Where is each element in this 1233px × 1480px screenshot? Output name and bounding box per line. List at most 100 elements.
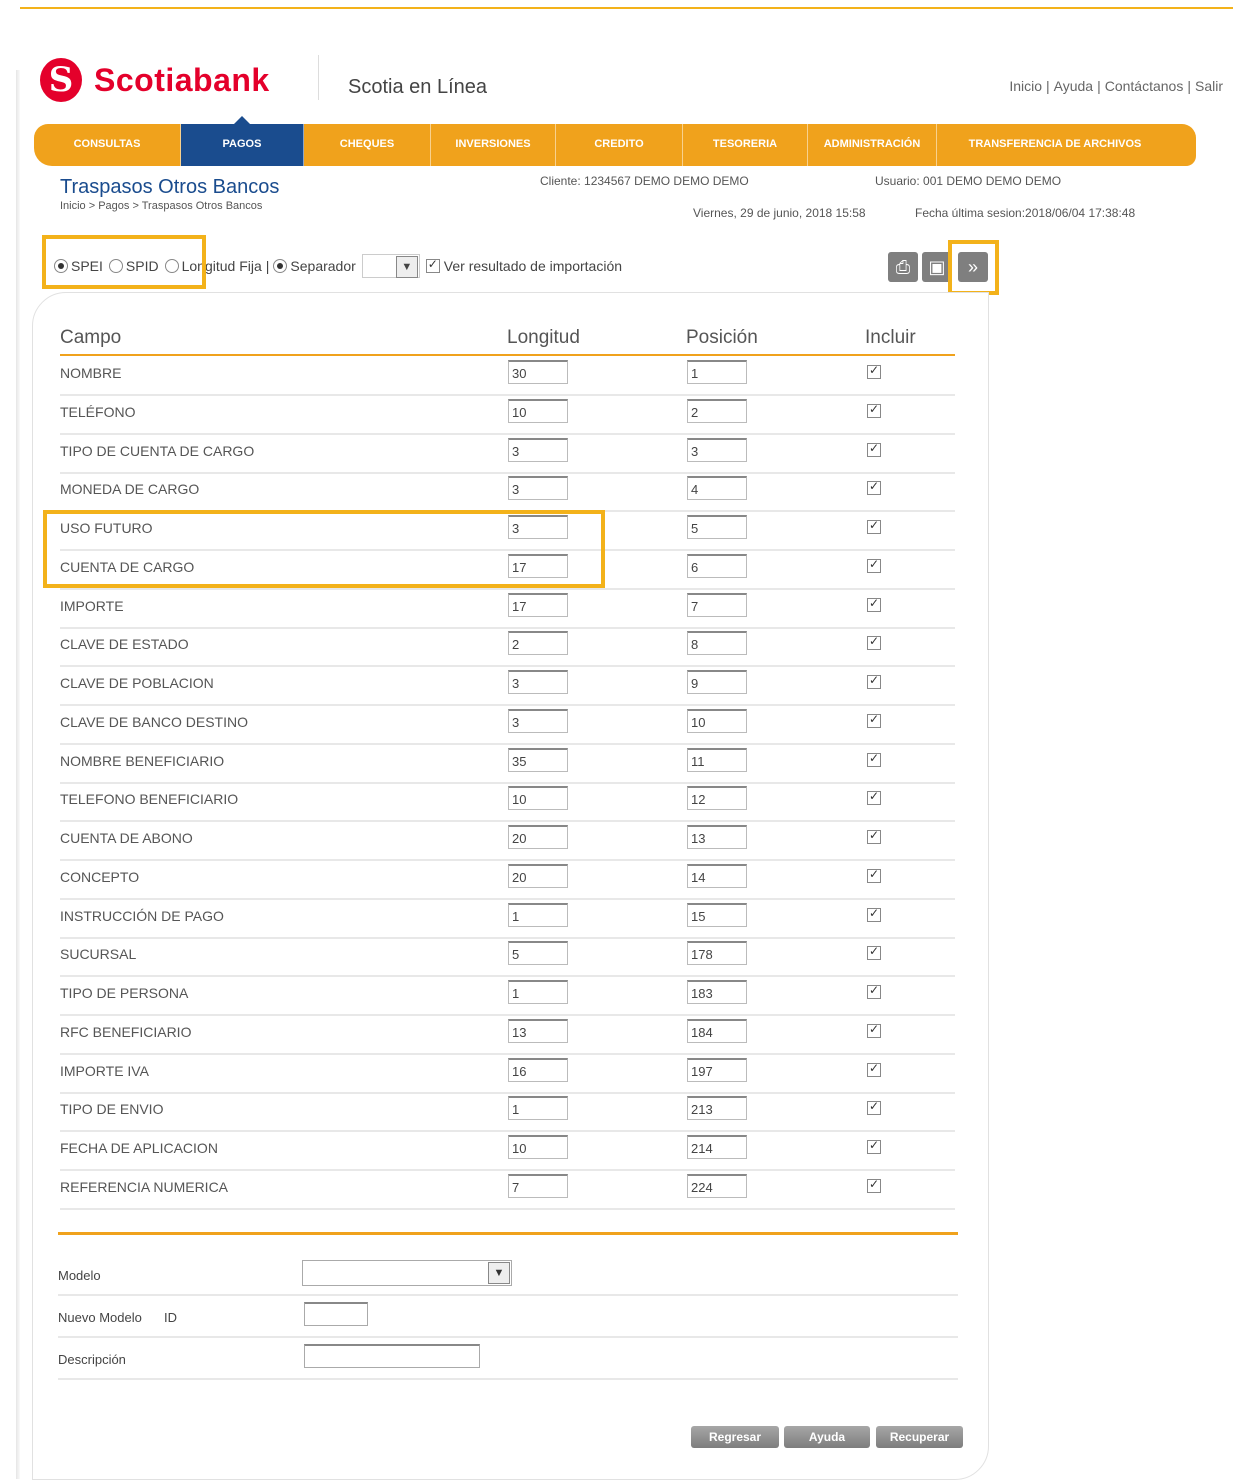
incluir-checkbox[interactable] bbox=[867, 983, 881, 999]
incluir-checkbox[interactable] bbox=[867, 1177, 881, 1193]
ayuda-button[interactable]: Ayuda bbox=[784, 1426, 870, 1448]
posicion-input[interactable]: 197 bbox=[687, 1057, 747, 1082]
incluir-checkbox[interactable] bbox=[867, 518, 881, 534]
nav-tesoreria[interactable]: TESORERIA bbox=[683, 124, 808, 166]
scotiabank-logo[interactable]: Scotiabank bbox=[40, 58, 270, 102]
longitud-input[interactable]: 5 bbox=[508, 941, 568, 966]
separador-radio[interactable] bbox=[273, 259, 288, 273]
nav-inversiones[interactable]: INVERSIONES bbox=[431, 124, 556, 166]
posicion-input[interactable]: 1 bbox=[687, 360, 747, 384]
table-row: REFERENCIA NUMERICA 7 224 bbox=[60, 1170, 955, 1210]
posicion-input[interactable]: 7 bbox=[687, 592, 747, 617]
link-salir[interactable]: Salir bbox=[1195, 78, 1223, 94]
posicion-input[interactable]: 11 bbox=[687, 747, 747, 772]
posicion-input[interactable]: 183 bbox=[687, 980, 747, 1004]
nav-pagos[interactable]: PAGOS bbox=[181, 116, 304, 166]
modelo-select[interactable]: ▼ bbox=[302, 1260, 512, 1286]
posicion-input[interactable]: 178 bbox=[687, 941, 747, 966]
nav-consultas[interactable]: CONSULTAS bbox=[34, 124, 181, 166]
posicion-input[interactable]: 14 bbox=[687, 863, 747, 888]
incluir-checkbox[interactable] bbox=[867, 712, 881, 728]
incluir-checkbox[interactable] bbox=[867, 596, 881, 612]
top-links: Inicio | Ayuda | Contáctanos | Salir bbox=[1009, 78, 1223, 94]
incluir-checkbox[interactable] bbox=[867, 1022, 881, 1038]
incluir-checkbox[interactable] bbox=[867, 673, 881, 689]
nav-credito[interactable]: CREDITO bbox=[556, 124, 683, 166]
posicion-input[interactable]: 213 bbox=[687, 1096, 747, 1121]
breadcrumb[interactable]: Inicio > Pagos > Traspasos Otros Bancos bbox=[60, 200, 262, 212]
longitud-input[interactable]: 13 bbox=[508, 1018, 568, 1043]
incluir-checkbox[interactable] bbox=[867, 1099, 881, 1116]
longitud-input[interactable]: 1 bbox=[508, 980, 568, 1004]
incluir-checkbox[interactable] bbox=[867, 944, 881, 961]
posicion-input[interactable]: 214 bbox=[687, 1135, 747, 1159]
incluir-checkbox[interactable] bbox=[867, 867, 881, 883]
table-row: IMPORTE IVA 16 197 bbox=[60, 1054, 955, 1094]
incluir-checkbox[interactable] bbox=[867, 634, 881, 651]
campo-name: CONCEPTO bbox=[60, 868, 140, 885]
posicion-input[interactable]: 6 bbox=[687, 553, 747, 578]
ver-resultado-label: Ver resultado de importación bbox=[443, 258, 623, 274]
longitud-input[interactable]: 2 bbox=[508, 631, 568, 656]
longitud-input[interactable]: 3 bbox=[508, 437, 568, 462]
incluir-checkbox[interactable] bbox=[867, 906, 881, 922]
posicion-input[interactable]: 13 bbox=[687, 825, 747, 849]
longitud-input[interactable]: 20 bbox=[508, 825, 568, 849]
incluir-checkbox[interactable] bbox=[867, 402, 881, 418]
nav-administracion[interactable]: ADMINISTRACIÓN bbox=[808, 124, 937, 166]
separador-select[interactable]: ▼ bbox=[361, 254, 420, 278]
posicion-input[interactable]: 3 bbox=[687, 437, 747, 462]
longitud-input[interactable]: 20 bbox=[508, 863, 568, 888]
incluir-checkbox[interactable] bbox=[867, 363, 881, 379]
posicion-input[interactable]: 2 bbox=[687, 398, 747, 423]
posicion-input[interactable]: 12 bbox=[687, 786, 747, 811]
print-icon[interactable]: ⎙ bbox=[888, 252, 918, 282]
link-contactanos[interactable]: Contáctanos bbox=[1105, 78, 1184, 94]
posicion-input[interactable]: 15 bbox=[687, 902, 747, 927]
incluir-checkbox[interactable] bbox=[867, 1061, 881, 1077]
posicion-input[interactable]: 10 bbox=[687, 708, 747, 733]
cliente-info: Cliente: 1234567 DEMO DEMO DEMO bbox=[540, 174, 749, 188]
nuevo-modelo-input[interactable] bbox=[304, 1302, 368, 1326]
posicion-input[interactable]: 4 bbox=[687, 476, 747, 501]
nav-transferencia-archivos[interactable]: TRANSFERENCIA DE ARCHIVOS bbox=[937, 124, 1173, 166]
longitud-input[interactable]: 3 bbox=[508, 708, 568, 733]
header-divider bbox=[318, 55, 319, 100]
longitud-input[interactable]: 30 bbox=[508, 360, 568, 384]
posicion-input[interactable]: 8 bbox=[687, 631, 747, 656]
incluir-checkbox[interactable] bbox=[867, 557, 881, 573]
longitud-input[interactable]: 10 bbox=[508, 786, 568, 811]
longitud-input[interactable]: 35 bbox=[508, 747, 568, 772]
posicion-input[interactable]: 9 bbox=[687, 670, 747, 694]
chevron-down-icon: ▼ bbox=[395, 256, 418, 278]
regresar-button[interactable]: Regresar bbox=[691, 1426, 779, 1448]
descripcion-input[interactable] bbox=[304, 1344, 480, 1368]
longitud-input[interactable]: 7 bbox=[508, 1173, 568, 1198]
incluir-checkbox[interactable] bbox=[867, 441, 881, 457]
campo-name: TIPO DE PERSONA bbox=[60, 985, 189, 1001]
link-inicio[interactable]: Inicio bbox=[1009, 78, 1042, 94]
longitud-input[interactable]: 1 bbox=[508, 902, 568, 927]
longitud-input[interactable]: 3 bbox=[508, 670, 568, 694]
posicion-input[interactable]: 184 bbox=[687, 1018, 747, 1043]
ver-resultado-checkbox[interactable] bbox=[425, 257, 440, 273]
link-ayuda[interactable]: Ayuda bbox=[1054, 78, 1093, 94]
scotiabank-logo-icon bbox=[40, 58, 82, 102]
longitud-input[interactable]: 1 bbox=[508, 1096, 568, 1121]
longitud-input[interactable]: 10 bbox=[508, 1135, 568, 1159]
longitud-input[interactable]: 10 bbox=[508, 398, 568, 423]
recuperar-button[interactable]: Recuperar bbox=[876, 1426, 963, 1448]
longitud-input[interactable]: 3 bbox=[508, 476, 568, 501]
incluir-checkbox[interactable] bbox=[867, 828, 881, 844]
posicion-input[interactable]: 224 bbox=[687, 1173, 747, 1198]
campo-name: NOMBRE BENEFICIARIO bbox=[60, 752, 225, 769]
incluir-checkbox[interactable] bbox=[867, 479, 881, 496]
incluir-checkbox[interactable] bbox=[867, 1138, 881, 1154]
incluir-checkbox[interactable] bbox=[867, 751, 881, 767]
longitud-input[interactable]: 17 bbox=[508, 592, 568, 617]
posicion-input[interactable]: 5 bbox=[687, 515, 747, 539]
last-session: Fecha última sesion:2018/06/04 17:38:48 bbox=[915, 206, 1136, 220]
longitud-input[interactable]: 16 bbox=[508, 1057, 568, 1082]
nav-cheques[interactable]: CHEQUES bbox=[304, 124, 431, 166]
incluir-checkbox[interactable] bbox=[867, 789, 881, 806]
